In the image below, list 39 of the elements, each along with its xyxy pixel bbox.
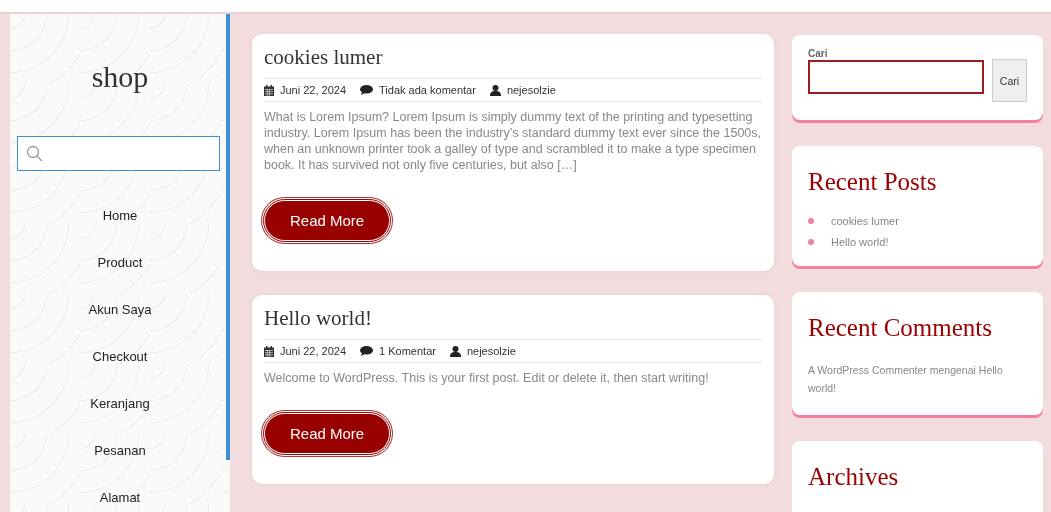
menu-link[interactable]: Akun Saya xyxy=(88,302,152,317)
post-title[interactable]: Hello world! xyxy=(264,305,762,331)
post-excerpt: Welcome to WordPress. This is your first post. Edit or delete it, then start writing! xyxy=(264,370,710,386)
post-date[interactable]: Juni 22, 2024 xyxy=(280,345,347,357)
post-link[interactable]: cookies lumer xyxy=(831,215,899,227)
user-icon xyxy=(449,345,461,357)
user-icon xyxy=(489,84,501,96)
read-more-button[interactable]: Read More xyxy=(264,200,391,241)
bullet-icon xyxy=(808,239,814,245)
bullet-icon xyxy=(808,218,814,224)
post-author[interactable]: nejesolzie xyxy=(506,84,556,96)
post-link[interactable]: Hello world! xyxy=(831,236,889,248)
menu-link[interactable]: Pesanan xyxy=(94,443,146,458)
menu-link[interactable]: Alamat xyxy=(99,490,141,505)
read-more-button[interactable]: Read More xyxy=(264,413,391,454)
post-excerpt: What is Lorem Ipsum? Lorem Ipsum is simply dummy text of the printing and typesetting industry. Lorem Ipsum has been the industry’s standard dummy text ever since the 1500s, when an unknown printer took a galley of type and scrambled it to make a type specimen book. It has survived not only five centuries, but also […] xyxy=(264,109,762,173)
comment-text: A WordPress Commenter mengenai Hello world! xyxy=(808,363,1004,396)
menu-link[interactable]: Checkout xyxy=(92,349,148,364)
search-label: Cari xyxy=(808,48,829,59)
site-title[interactable]: shop xyxy=(10,60,230,94)
comment-count[interactable]: Tidak ada komentar xyxy=(379,84,476,96)
search-button[interactable]: Cari xyxy=(992,59,1027,102)
post-author[interactable]: nejesolzie xyxy=(466,345,516,357)
calendar-icon xyxy=(264,84,274,96)
post-title[interactable]: cookies lumer xyxy=(264,44,762,70)
menu-link[interactable]: Product xyxy=(97,255,143,270)
search-icon xyxy=(26,144,44,163)
widget-title: Recent Posts xyxy=(808,167,938,197)
widget-title: Recent Comments xyxy=(808,313,993,343)
menu-link[interactable]: Home xyxy=(102,208,138,223)
search-field[interactable] xyxy=(17,136,220,171)
search-field[interactable] xyxy=(808,60,984,94)
menu-link[interactable]: Keranjang xyxy=(90,396,150,411)
comment-count[interactable]: 1 Komentar xyxy=(379,345,436,357)
calendar-icon xyxy=(264,345,274,357)
widget-title: Archives xyxy=(808,462,900,492)
post-date[interactable]: Juni 22, 2024 xyxy=(280,84,347,96)
comment-icon xyxy=(360,346,374,356)
comment-icon xyxy=(360,85,374,95)
